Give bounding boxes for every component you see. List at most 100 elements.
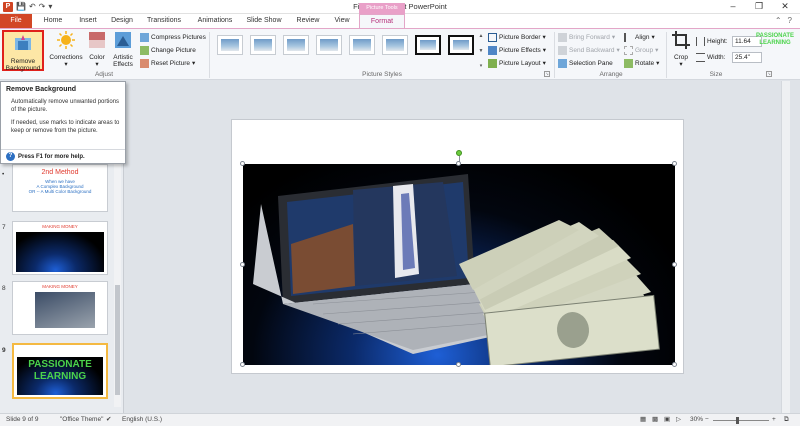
picture-style-5[interactable] (349, 35, 375, 55)
zoom-in-icon[interactable]: + (772, 414, 776, 426)
gallery-more-icon[interactable]: ▾ (480, 63, 483, 69)
resize-handle-right[interactable] (672, 262, 677, 267)
gallery-down-icon[interactable]: ▼ (479, 48, 484, 54)
zoom-slider[interactable] (713, 420, 769, 421)
slideshow-view-icon[interactable]: ▷ (676, 414, 681, 426)
normal-view-icon[interactable]: ▦ (640, 414, 646, 426)
resize-handle-bottom-right[interactable] (672, 362, 677, 367)
slide-thumbnail-8[interactable]: MAKING MONEY (12, 281, 108, 335)
zoom-out-icon[interactable]: − (705, 414, 709, 426)
resize-handle-left[interactable] (240, 262, 245, 267)
picture-style-7[interactable] (415, 35, 441, 55)
width-input[interactable]: 25.4" (732, 52, 762, 63)
adjust-group-label: Adjust (94, 71, 114, 78)
spellcheck-icon[interactable]: ✔ (106, 414, 111, 426)
gallery-scroll[interactable]: ▲ ▼ ▾ (477, 33, 485, 69)
tab-design[interactable]: Design (106, 14, 138, 28)
tab-file[interactable]: File (0, 14, 32, 28)
picture-style-1[interactable] (217, 35, 243, 55)
slide-7-image (16, 232, 104, 272)
minimize-ribbon-icon[interactable]: ⌃ (775, 16, 782, 25)
resize-handle-top-left[interactable] (240, 161, 245, 166)
tab-insert[interactable]: Insert (72, 14, 104, 28)
canvas-scrollbar[interactable] (781, 81, 790, 413)
tab-transitions[interactable]: Transitions (141, 14, 187, 28)
slide-9-number: 9 (2, 347, 6, 354)
picture-style-3[interactable] (283, 35, 309, 55)
align-button[interactable]: Align ▾ (624, 32, 655, 43)
sun-icon (57, 31, 75, 49)
size-group-label: Size (709, 71, 723, 78)
selection-pane-button[interactable]: Selection Pane (558, 58, 613, 69)
slide-thumbnail-9[interactable]: PASSIONATE LEARNING (12, 343, 108, 399)
change-picture-button[interactable]: Change Picture (140, 45, 196, 56)
minimize-icon[interactable]: – (720, 0, 746, 13)
width-label: Width: (696, 52, 725, 63)
height-icon (696, 37, 705, 46)
rotation-handle[interactable] (456, 150, 462, 156)
picture-layout-button[interactable]: Picture Layout ▾ (488, 58, 546, 69)
reading-view-icon[interactable]: ▣ (664, 414, 670, 426)
theme-name: "Office Theme" (60, 416, 104, 423)
rotate-button[interactable]: Rotate ▾ (624, 58, 659, 69)
picture-style-2[interactable] (250, 35, 276, 55)
status-bar: Slide 9 of 9 "Office Theme" ✔ English (U… (0, 413, 800, 426)
rotate-icon (624, 59, 633, 68)
crop-button[interactable]: Crop ▾ (670, 30, 692, 68)
resize-handle-bottom[interactable] (456, 362, 461, 367)
zoom-slider-knob[interactable] (736, 417, 739, 424)
slide-8-image (35, 292, 95, 328)
language-indicator[interactable]: English (U.S.) (122, 414, 162, 426)
selection-pane-icon (558, 59, 567, 68)
gallery-up-icon[interactable]: ▲ (479, 33, 484, 39)
slide-thumbnail-6[interactable]: 2nd Method When we have A Complex Backgr… (12, 164, 108, 212)
slide-sorter-icon[interactable]: ▩ (652, 414, 658, 426)
bring-forward-button[interactable]: Bring Forward ▾ (558, 32, 615, 43)
resize-handle-top-right[interactable] (672, 161, 677, 166)
slide-thumbnail-7[interactable]: MAKING MONEY (12, 221, 108, 275)
color-button[interactable]: Color ▾ (86, 30, 108, 68)
picture-style-4[interactable] (316, 35, 342, 55)
picture-style-8[interactable] (448, 35, 474, 55)
help-icon[interactable]: ? (788, 16, 792, 25)
window-controls: – ❐ ✕ (720, 0, 798, 13)
picture-effects-icon (488, 46, 497, 55)
tab-format[interactable]: Format (359, 14, 405, 28)
compress-pictures-button[interactable]: Compress Pictures (140, 32, 206, 43)
slide-editing-area (125, 81, 790, 413)
send-backward-button[interactable]: Send Backward ▾ (558, 45, 620, 56)
reset-picture-button[interactable]: Reset Picture ▾ (140, 58, 195, 69)
tab-home[interactable]: Home (37, 14, 69, 28)
size-launcher-icon[interactable]: ↘ (766, 71, 772, 77)
tab-slide-show[interactable]: Slide Show (243, 14, 285, 28)
tab-animations[interactable]: Animations (192, 14, 238, 28)
resize-handle-top[interactable] (456, 161, 461, 166)
picture-effects-button[interactable]: Picture Effects ▾ (488, 45, 546, 56)
corrections-button[interactable]: Corrections ▾ (48, 30, 84, 68)
picture-layout-icon (488, 59, 497, 68)
fit-to-window-icon[interactable]: ⧉ (784, 414, 789, 426)
group-button[interactable]: Group ▾ (624, 45, 658, 56)
tab-view[interactable]: View (328, 14, 356, 28)
title-bar: P 💾 ↶ ↷ ▾ Final - Microsoft PowerPoint P… (0, 0, 800, 15)
reset-picture-icon (140, 59, 149, 68)
restore-icon[interactable]: ❐ (746, 0, 772, 13)
align-icon (624, 33, 633, 42)
group-separator (209, 32, 210, 78)
send-backward-icon (558, 46, 567, 55)
zoom-level[interactable]: 30% (690, 414, 703, 426)
remove-background-icon (15, 35, 31, 50)
current-slide[interactable] (231, 119, 684, 374)
picture-style-6[interactable] (382, 35, 408, 55)
picture-styles-launcher-icon[interactable]: ↘ (544, 71, 550, 77)
ribbon-tabs: File Home Insert Design Transitions Anim… (0, 14, 800, 28)
remove-background-button[interactable]: Remove Background (2, 30, 44, 72)
picture-border-icon (488, 33, 497, 42)
resize-handle-bottom-left[interactable] (240, 362, 245, 367)
picture-border-button[interactable]: Picture Border ▾ (488, 32, 546, 43)
color-palette-icon (89, 32, 105, 48)
close-icon[interactable]: ✕ (772, 0, 798, 13)
artistic-effects-button[interactable]: Artistic Effects (110, 30, 136, 68)
tab-review[interactable]: Review (292, 14, 324, 28)
laptop-money-picture[interactable] (243, 164, 675, 368)
